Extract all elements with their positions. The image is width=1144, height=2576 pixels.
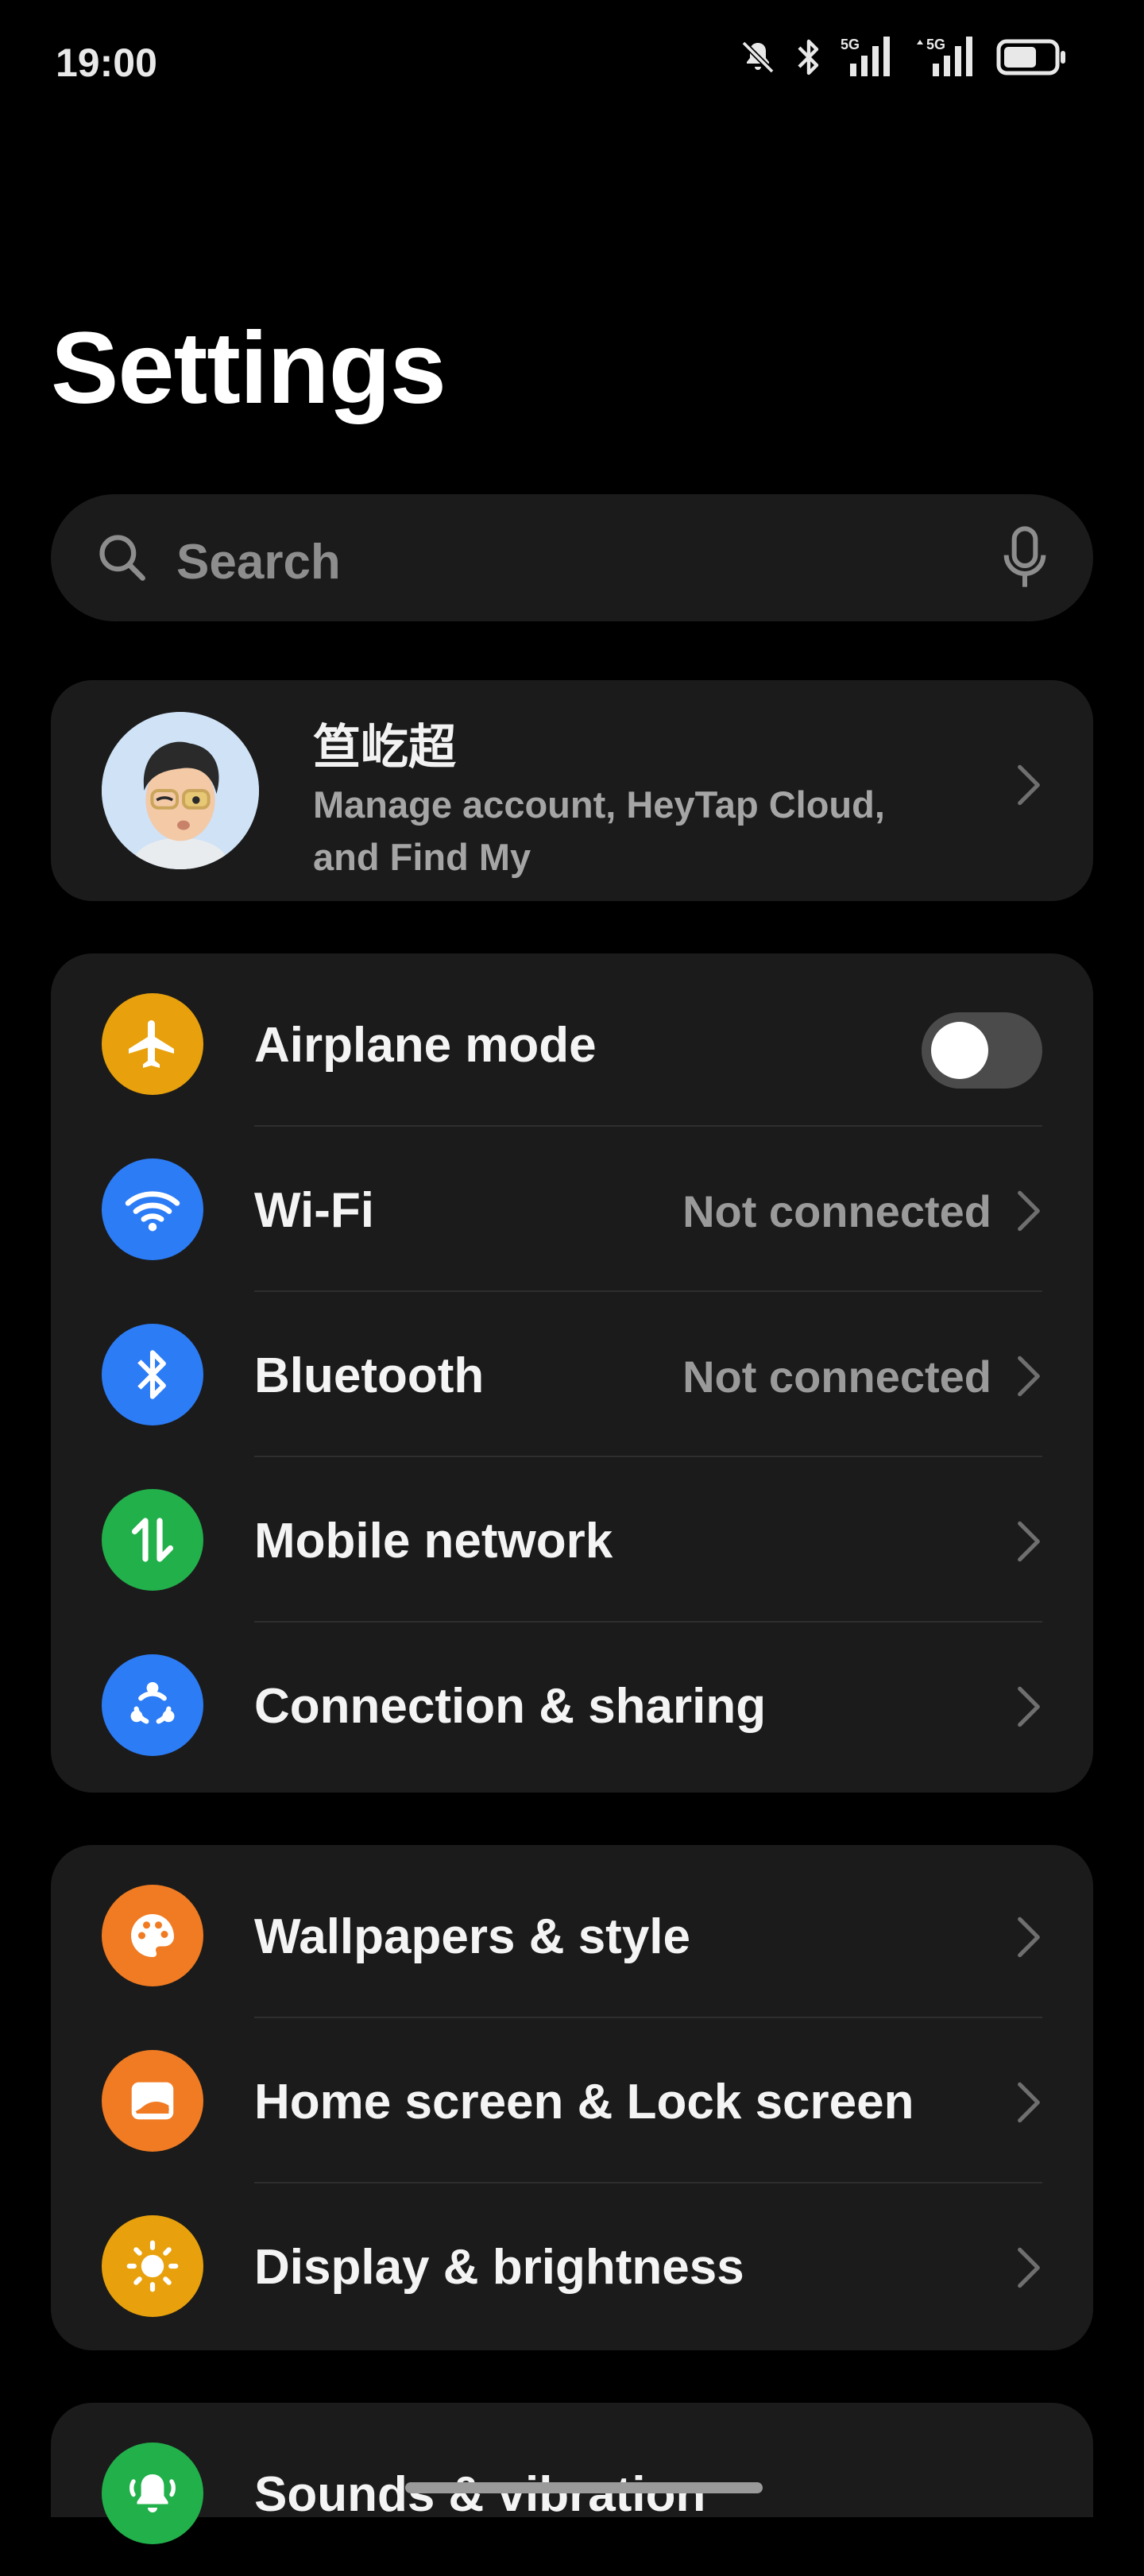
picture-icon	[131, 2082, 174, 2120]
airplane-mode-toggle[interactable]	[922, 1012, 1042, 1089]
page-title: Settings	[51, 311, 446, 425]
chevron-right-icon	[1018, 764, 1040, 806]
chevron-right-icon	[1018, 1190, 1040, 1232]
personalization-group: Wallpapers & style Home screen & Lock sc…	[51, 1845, 1093, 2350]
memoji-avatar-image	[102, 712, 259, 869]
home-indicator[interactable]	[405, 2482, 763, 2493]
wallpapers-style-label: Wallpapers & style	[254, 1909, 691, 1964]
wifi-row[interactable]: Wi-Fi Not connected	[51, 1127, 1093, 1292]
display-badge	[102, 2215, 203, 2317]
chevron-right-icon	[1018, 1917, 1040, 1958]
microphone-icon[interactable]	[1001, 526, 1049, 590]
connection-sharing-badge	[102, 1654, 203, 1756]
status-time: 19:00	[56, 41, 157, 85]
chevron-right-icon	[1018, 1686, 1040, 1727]
wallpapers-style-row[interactable]: Wallpapers & style	[51, 1853, 1093, 2018]
sun-icon	[126, 2240, 179, 2292]
toggle-knob	[931, 1022, 988, 1079]
airplane-badge	[102, 993, 203, 1095]
wifi-label: Wi-Fi	[254, 1183, 374, 1238]
network-label: 5G	[926, 37, 945, 52]
sounds-vibration-row[interactable]: Sounds & vibration	[51, 2411, 1093, 2576]
sounds-badge	[102, 2443, 203, 2544]
airplane-mode-row[interactable]: Airplane mode	[51, 961, 1093, 1127]
signal-5g-icon: 5G	[917, 37, 972, 76]
sounds-vibration-label: Sounds & vibration	[254, 2467, 706, 2522]
chevron-right-icon	[1018, 2247, 1040, 2288]
wifi-icon	[125, 1191, 180, 1232]
home-lock-screen-row[interactable]: Home screen & Lock screen	[51, 2018, 1093, 2183]
status-icons: 5G 5G	[739, 35, 1068, 79]
display-brightness-row[interactable]: Display & brightness	[51, 2183, 1093, 2349]
palette-icon	[130, 1914, 174, 1957]
account-name: 笪屹超	[313, 720, 456, 776]
mobile-data-icon	[131, 1518, 174, 1562]
mobile-network-label: Mobile network	[254, 1514, 613, 1568]
bluetooth-status: Not connected	[682, 1352, 991, 1402]
wallpapers-badge	[102, 1885, 203, 1986]
home-lock-badge	[102, 2050, 203, 2152]
bluetooth-icon	[137, 1350, 166, 1399]
bluetooth-label: Bluetooth	[254, 1348, 485, 1403]
wifi-status: Not connected	[682, 1186, 991, 1236]
network-label: 5G	[841, 37, 860, 52]
mobile-network-badge	[102, 1489, 203, 1591]
bluetooth-row[interactable]: Bluetooth Not connected	[51, 1292, 1093, 1457]
chevron-right-icon	[1018, 1521, 1040, 1562]
status-bar: 19:00 5G 5G	[0, 0, 1144, 127]
home-lock-screen-label: Home screen & Lock screen	[254, 2075, 914, 2129]
display-brightness-label: Display & brightness	[254, 2240, 744, 2295]
mobile-network-row[interactable]: Mobile network	[51, 1457, 1093, 1623]
sounds-group: Sounds & vibration	[51, 2403, 1093, 2544]
connectivity-group: Airplane mode Wi-Fi Not connected Blueto…	[51, 953, 1093, 1793]
search-bar[interactable]: Search	[51, 494, 1093, 621]
share-icon	[130, 1682, 175, 1724]
wifi-badge	[102, 1158, 203, 1260]
chevron-right-icon	[1018, 2082, 1040, 2123]
chevron-right-icon	[1018, 1356, 1040, 1397]
search-placeholder: Search	[176, 535, 341, 590]
search-icon	[99, 535, 145, 581]
bluetooth-icon	[798, 39, 819, 75]
airplane-mode-label: Airplane mode	[254, 1018, 597, 1073]
avatar	[102, 712, 259, 869]
mute-bell-icon	[741, 41, 775, 74]
account-card[interactable]: 笪屹超 Manage account, HeyTap Cloud, and Fi…	[51, 680, 1093, 901]
battery-icon	[996, 39, 1065, 75]
connection-sharing-row[interactable]: Connection & sharing	[51, 1623, 1093, 1788]
account-subtitle: Manage account, HeyTap Cloud, and Find M…	[313, 783, 885, 878]
connection-sharing-label: Connection & sharing	[254, 1679, 767, 1734]
airplane-icon	[129, 1020, 174, 1068]
signal-5g-icon: 5G	[841, 37, 890, 76]
bell-ringing-icon	[129, 2474, 176, 2512]
bluetooth-badge	[102, 1324, 203, 1425]
